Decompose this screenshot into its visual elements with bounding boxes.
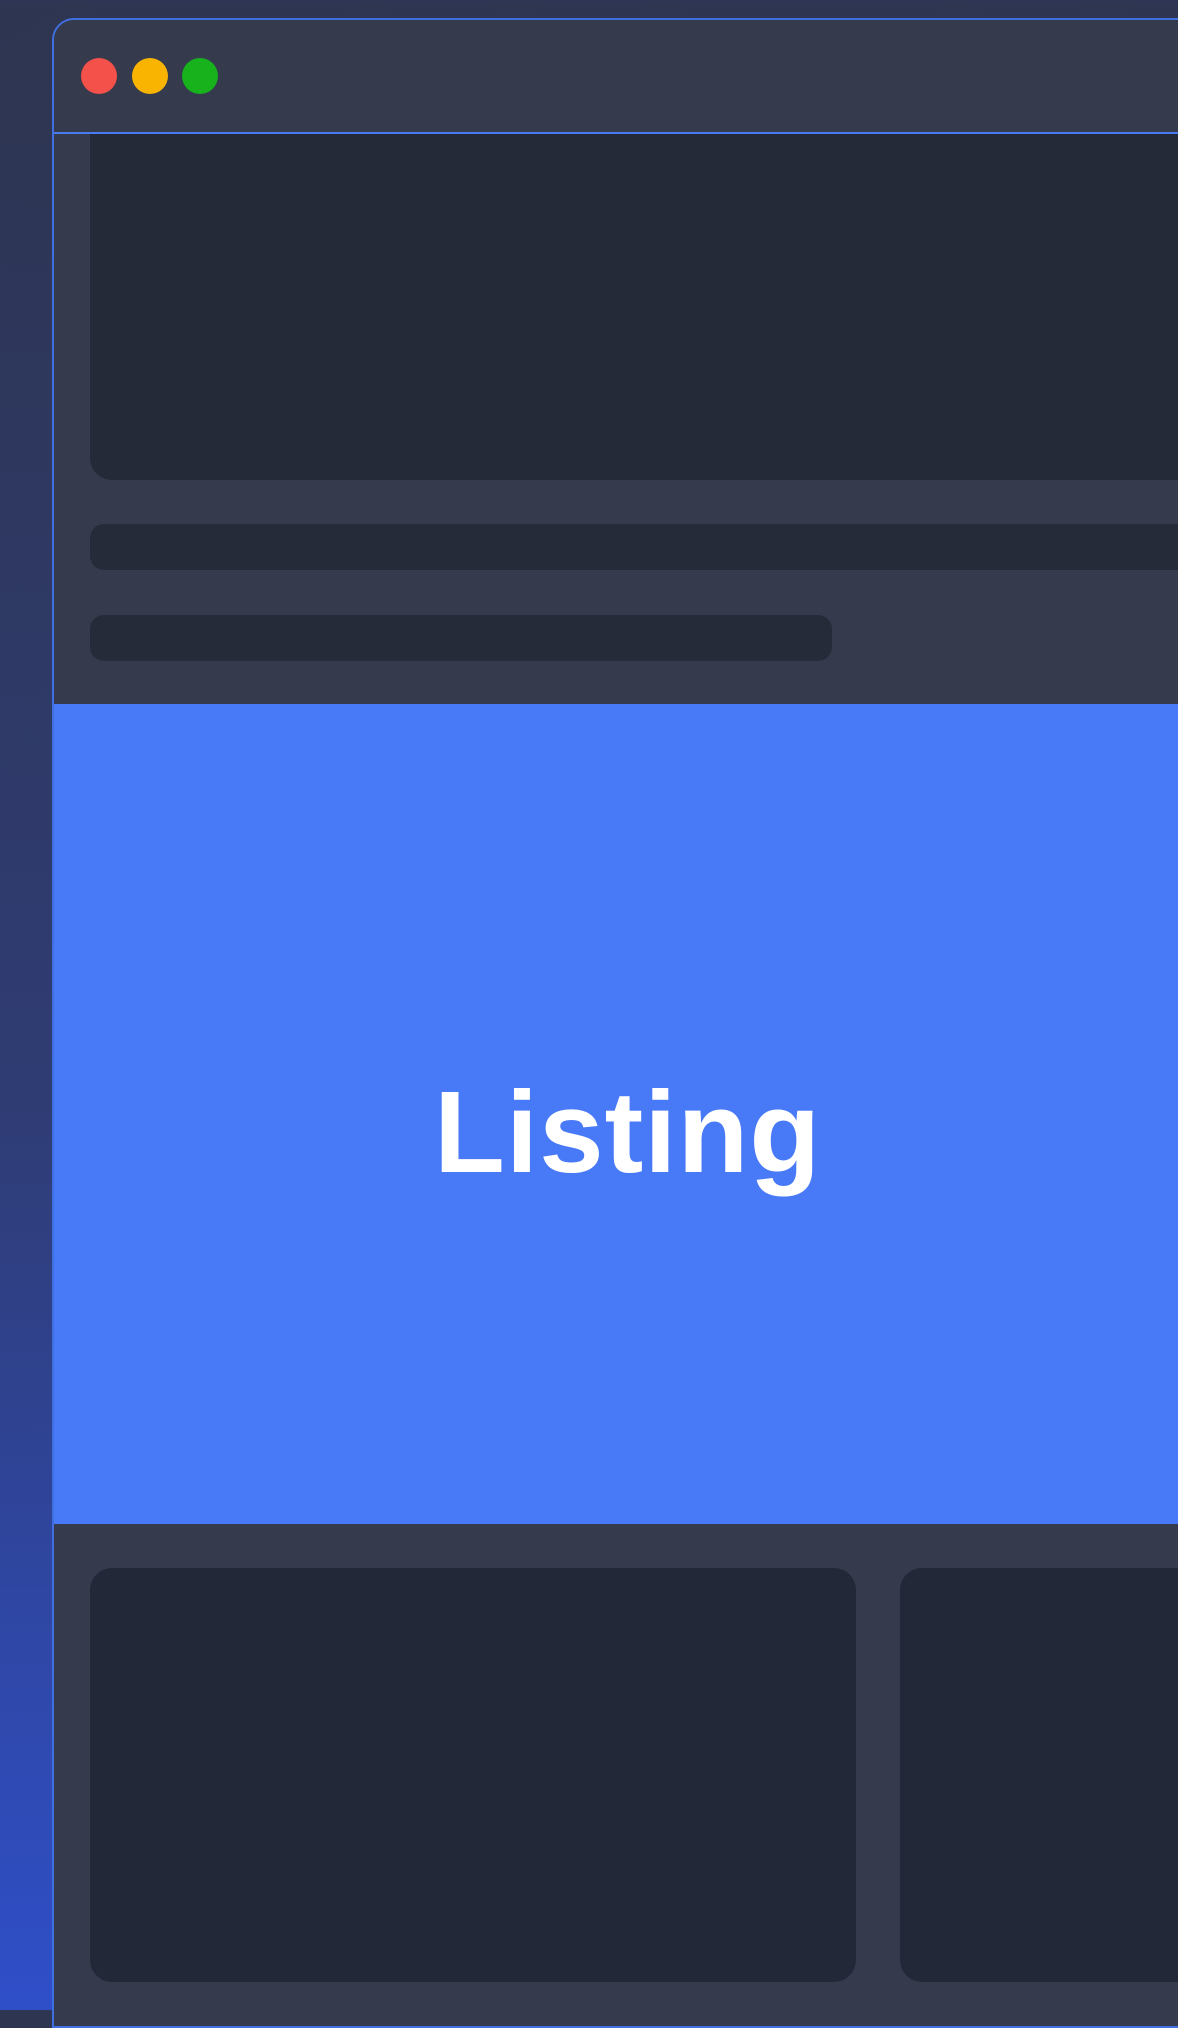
text-line-placeholder bbox=[90, 615, 832, 661]
listing-card[interactable] bbox=[900, 1568, 1178, 1982]
text-line-placeholder bbox=[90, 524, 1178, 570]
title-bar bbox=[54, 20, 1178, 134]
listing-title: Listing bbox=[434, 1067, 822, 1197]
maximize-window-dot-icon[interactable] bbox=[182, 58, 218, 94]
minimize-window-dot-icon[interactable] bbox=[132, 58, 168, 94]
close-window-dot-icon[interactable] bbox=[81, 58, 117, 94]
hero-image-placeholder bbox=[90, 134, 1178, 480]
listing-banner: Listing bbox=[54, 704, 1178, 1524]
browser-window: Listing bbox=[52, 18, 1178, 2028]
listing-card[interactable] bbox=[90, 1568, 856, 1982]
